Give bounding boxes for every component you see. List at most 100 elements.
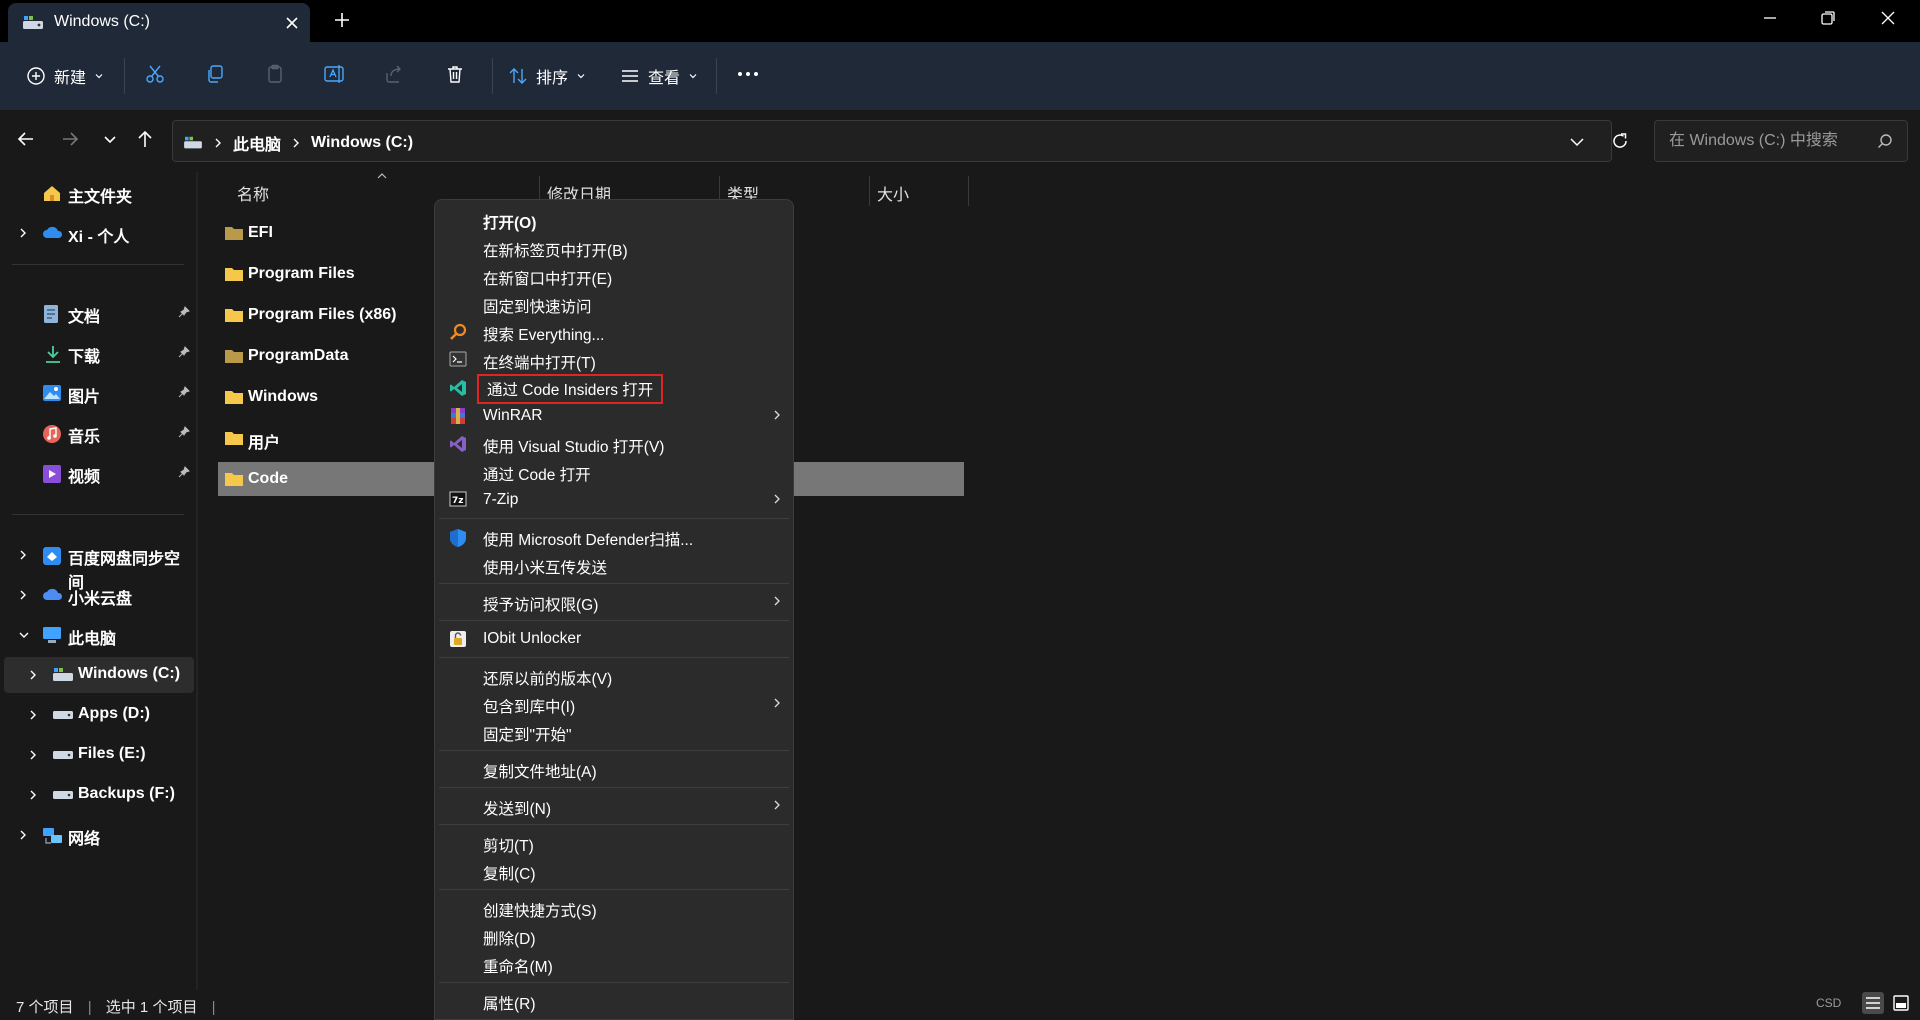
close-tab-icon[interactable]: [284, 15, 300, 31]
address-bar[interactable]: 此电脑 Windows (C:): [172, 120, 1612, 162]
pin-icon[interactable]: [178, 466, 190, 478]
status-bar: 7 个项目 | 选中 1 个项目 |: [16, 996, 216, 1017]
column-header-size[interactable]: 大小: [877, 181, 909, 205]
tab-windows-c[interactable]: Windows (C:): [8, 3, 310, 42]
menu-item-copy[interactable]: 复制(C): [439, 856, 789, 884]
sidebar-item-label: Backups (F:): [78, 785, 175, 803]
menu-item-iobit-unlocker[interactable]: IObit Unlocker: [439, 624, 789, 652]
sidebar-item-drive-d[interactable]: Apps (D:): [4, 697, 194, 733]
sort-icon: [508, 66, 528, 86]
download-icon: [44, 344, 62, 364]
menu-item-pin-start[interactable]: 固定到"开始": [439, 717, 789, 745]
menu-item-restore-previous[interactable]: 还原以前的版本(V): [439, 661, 789, 689]
breadcrumb-windows-c[interactable]: Windows (C:): [311, 134, 413, 152]
menu-item-open-terminal[interactable]: 在终端中打开(T): [439, 345, 789, 373]
everything-search-icon: [449, 323, 467, 341]
rename-button[interactable]: [324, 64, 346, 84]
sidebar-item-xiaomi-cloud[interactable]: 小米云盘: [4, 577, 194, 613]
tiles-view-button[interactable]: [1892, 994, 1910, 1012]
sidebar-item-network[interactable]: 网络: [4, 817, 194, 853]
restore-button[interactable]: [1820, 10, 1836, 26]
menu-item-grant-access[interactable]: 授予访问权限(G): [439, 587, 789, 615]
delete-button[interactable]: [445, 64, 465, 84]
column-divider[interactable]: [869, 176, 870, 206]
menu-item-defender-scan[interactable]: 使用 Microsoft Defender扫描...: [439, 522, 789, 550]
menu-item-open-visual-studio[interactable]: 使用 Visual Studio 打开(V): [439, 429, 789, 457]
up-button[interactable]: [135, 129, 155, 149]
new-tab-button[interactable]: [334, 12, 350, 28]
paste-button[interactable]: [265, 64, 285, 84]
search-box[interactable]: [1654, 120, 1908, 162]
sidebar-item-documents[interactable]: 文档: [4, 295, 194, 331]
sidebar-item-onedrive[interactable]: Xi - 个人: [4, 215, 194, 251]
pin-icon[interactable]: [178, 386, 190, 398]
breadcrumb-this-pc[interactable]: 此电脑: [233, 131, 281, 155]
menu-item-open[interactable]: 打开(O): [439, 205, 789, 233]
7zip-icon: 7z: [449, 491, 467, 507]
back-button[interactable]: [16, 129, 36, 149]
sidebar-item-pictures[interactable]: 图片: [4, 375, 194, 411]
sidebar-item-downloads[interactable]: 下载: [4, 335, 194, 371]
view-button[interactable]: 查看: [620, 64, 698, 88]
pin-icon[interactable]: [178, 346, 190, 358]
menu-separator: [439, 657, 789, 658]
visual-studio-icon: [449, 435, 467, 453]
cloud-icon: [42, 586, 64, 602]
close-window-button[interactable]: [1880, 10, 1896, 26]
refresh-button[interactable]: [1610, 131, 1630, 151]
pin-icon[interactable]: [178, 306, 190, 318]
sidebar-item-this-pc[interactable]: 此电脑: [4, 617, 194, 653]
copy-button[interactable]: [205, 64, 225, 84]
drive-icon: [183, 135, 203, 151]
drive-icon: [52, 666, 74, 684]
menu-item-copy-path[interactable]: 复制文件地址(A): [439, 754, 789, 782]
menu-item-send-to[interactable]: 发送到(N): [439, 791, 789, 819]
menu-item-open-code-insiders[interactable]: 通过 Code Insiders 打开: [439, 373, 789, 401]
pin-icon[interactable]: [178, 426, 190, 438]
new-button[interactable]: 新建: [26, 64, 104, 88]
details-view-button[interactable]: [1862, 992, 1884, 1014]
sidebar-item-videos[interactable]: 视频: [4, 455, 194, 491]
cut-button[interactable]: [145, 64, 165, 84]
sidebar-item-drive-e[interactable]: Files (E:): [4, 737, 194, 773]
menu-item-pin-quick-access[interactable]: 固定到快速访问: [439, 289, 789, 317]
menu-item-open-new-window[interactable]: 在新窗口中打开(E): [439, 261, 789, 289]
chevron-right-icon: [18, 589, 28, 601]
folder-icon: [224, 471, 244, 487]
forward-button[interactable]: [60, 129, 80, 149]
menu-item-open-new-tab[interactable]: 在新标签页中打开(B): [439, 233, 789, 261]
menu-item-properties[interactable]: 属性(R): [439, 986, 789, 1014]
menu-item-open-code[interactable]: 通过 Code 打开: [439, 457, 789, 485]
menu-item-create-shortcut[interactable]: 创建快捷方式(S): [439, 893, 789, 921]
column-header-name[interactable]: 名称: [237, 181, 269, 205]
recent-locations-button[interactable]: [102, 129, 118, 149]
folder-icon: [224, 307, 244, 323]
sort-button[interactable]: 排序: [508, 64, 586, 88]
menu-item-delete[interactable]: 删除(D): [439, 921, 789, 949]
share-button[interactable]: [384, 64, 404, 84]
column-divider[interactable]: [968, 176, 969, 206]
menu-item-xiaomi-share[interactable]: 使用小米互传发送: [439, 550, 789, 578]
pane-divider[interactable]: [196, 172, 198, 990]
command-bar: 新建 排序 查看: [0, 42, 1920, 110]
menu-item-cut[interactable]: 剪切(T): [439, 828, 789, 856]
address-history-icon[interactable]: [1569, 135, 1585, 149]
search-input[interactable]: [1667, 131, 1871, 151]
item-count: 7 个项目: [16, 999, 74, 1016]
sidebar-item-home[interactable]: 主文件夹: [4, 175, 194, 211]
minimize-button[interactable]: [1762, 10, 1778, 26]
sidebar-item-label: 文档: [68, 303, 100, 327]
sidebar-item-baidu-sync[interactable]: 百度网盘同步空间: [4, 537, 194, 573]
sidebar-item-drive-f[interactable]: Backups (F:): [4, 777, 194, 813]
menu-item-7zip[interactable]: 7z 7-Zip: [439, 485, 789, 513]
sidebar-item-drive-c[interactable]: Windows (C:): [4, 657, 194, 693]
menu-item-include-library[interactable]: 包含到库中(I): [439, 689, 789, 717]
sidebar-item-music[interactable]: 音乐: [4, 415, 194, 451]
menu-item-winrar[interactable]: WinRAR: [439, 401, 789, 429]
chevron-right-icon: [773, 409, 781, 421]
menu-item-search-everything[interactable]: 搜索 Everything...: [439, 317, 789, 345]
file-name: Code: [248, 470, 288, 488]
more-options-button[interactable]: [736, 64, 760, 84]
divider: [12, 514, 184, 515]
menu-item-rename[interactable]: 重命名(M): [439, 949, 789, 977]
